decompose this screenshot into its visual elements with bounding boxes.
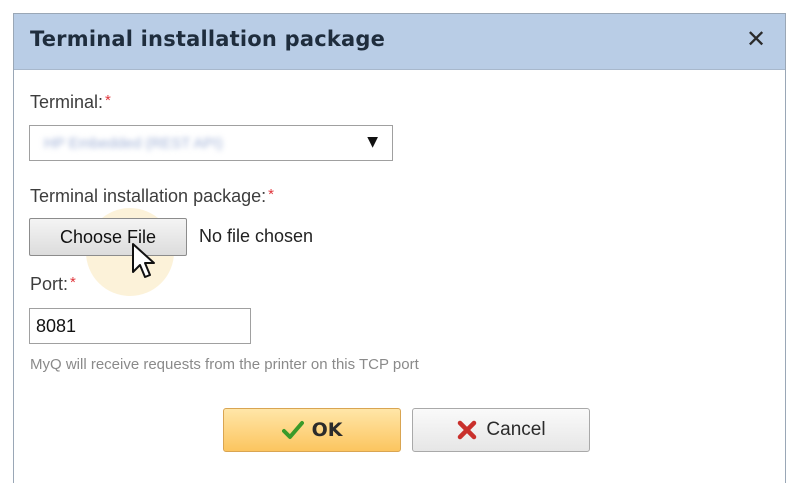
package-label: Terminal installation package: *: [30, 186, 274, 207]
port-input[interactable]: [29, 308, 251, 344]
choose-file-button[interactable]: Choose File: [29, 218, 187, 256]
dropdown-arrow-icon: ▼: [367, 134, 378, 150]
dialog-titlebar: Terminal installation package ✕: [14, 14, 785, 70]
dialog-title: Terminal installation package: [30, 27, 386, 51]
cancel-button[interactable]: Cancel: [412, 408, 590, 452]
cancel-button-content: Cancel: [413, 409, 589, 451]
port-hint: MyQ will receive requests from the print…: [30, 356, 419, 373]
package-label-text: Terminal installation package:: [30, 186, 267, 206]
cancel-button-label: Cancel: [486, 419, 546, 440]
file-status-text: No file chosen: [199, 226, 314, 246]
terminal-label: Terminal: *: [30, 92, 111, 113]
ok-button-content: OK: [224, 409, 400, 451]
terminal-select[interactable]: HP Embedded (REST API) ▼: [29, 125, 393, 161]
port-label: Port: *: [30, 274, 76, 295]
close-icon[interactable]: ✕: [741, 24, 771, 54]
ok-button-label: OK: [311, 419, 343, 441]
port-label-text: Port:: [30, 274, 69, 294]
terminal-installation-dialog: Terminal installation package ✕ Terminal…: [13, 13, 786, 483]
required-mark: *: [70, 274, 76, 291]
check-icon: [281, 421, 304, 439]
terminal-select-value: HP Embedded (REST API): [44, 135, 223, 152]
terminal-label-text: Terminal:: [30, 92, 104, 112]
required-mark: *: [268, 186, 274, 203]
cross-icon: [458, 420, 477, 440]
ok-button[interactable]: OK: [223, 408, 401, 452]
required-mark: *: [105, 92, 111, 109]
